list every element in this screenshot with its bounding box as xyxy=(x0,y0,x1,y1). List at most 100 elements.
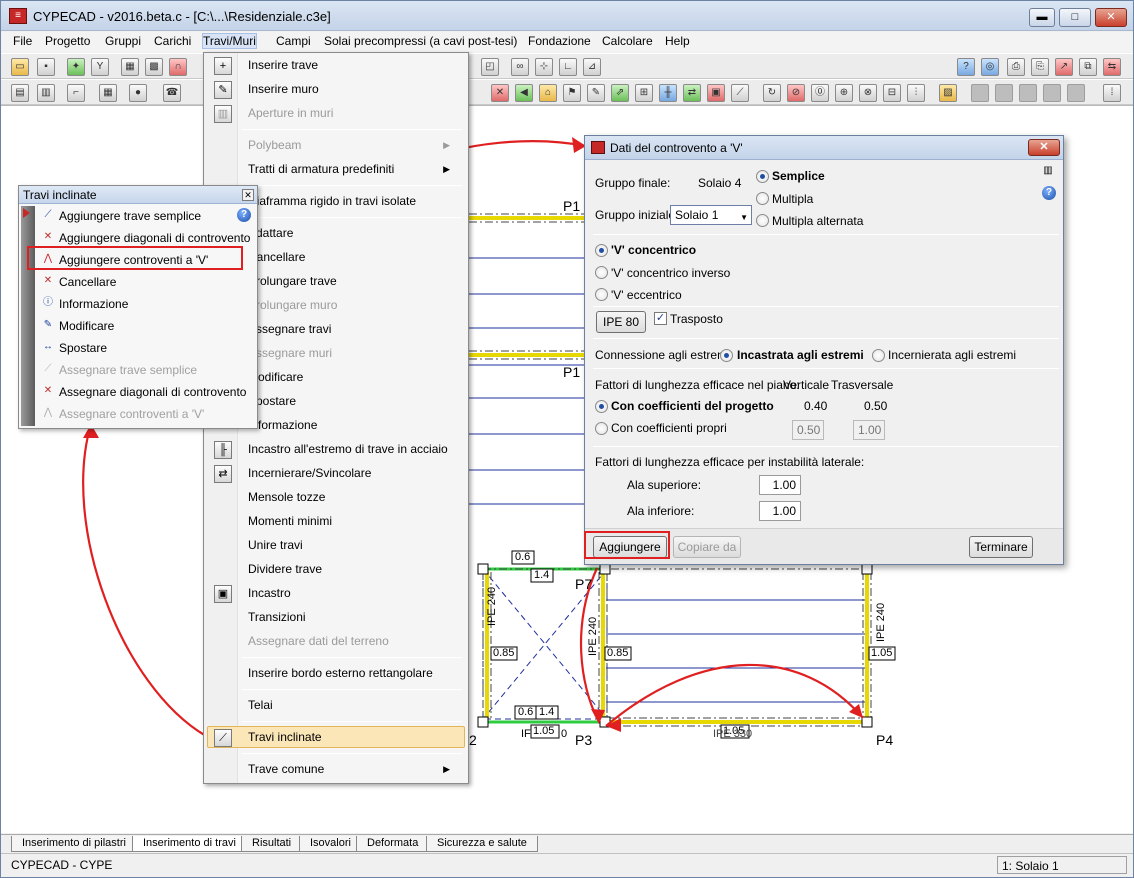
palette-item-assegnare-controventi-v[interactable]: Assegnare controventi a 'V' xyxy=(59,407,204,421)
menu-item-incastro[interactable]: Incastro xyxy=(248,582,458,604)
radio-v-eccentrico[interactable] xyxy=(595,288,608,301)
slab-icon[interactable]: ⊟ xyxy=(883,84,901,102)
palette-item-assegnare-diagonali[interactable]: Assegnare diagonali di controvento xyxy=(59,385,246,399)
edit-icon[interactable]: ✎ xyxy=(587,84,605,102)
plan-edit-icon[interactable]: ▥ xyxy=(37,84,55,102)
menu-item-incernierare[interactable]: Incernierare/Svincolare xyxy=(248,462,458,484)
number-icon[interactable]: ⓪ xyxy=(811,84,829,102)
view-icon[interactable]: ▦ xyxy=(121,58,139,76)
no-icon[interactable]: ⊘ xyxy=(787,84,805,102)
menu-item-prolungare-muro[interactable]: Prolungare muro xyxy=(248,294,458,316)
menu-item-transizioni[interactable]: Transizioni xyxy=(248,606,458,628)
print-icon[interactable]: ⎙ xyxy=(1007,58,1025,76)
radio-coeff-progetto[interactable] xyxy=(595,400,608,413)
palette-item-aggiungere-trave[interactable]: Aggiungere trave semplice xyxy=(59,209,201,223)
menu-item-assegnare-travi[interactable]: Assegnare travi xyxy=(248,318,458,340)
menu-item-informazione[interactable]: Informazione xyxy=(248,414,458,436)
menu-item-dati-terreno[interactable]: Assegnare dati del terreno xyxy=(248,630,458,652)
radio-multipla-alternata[interactable] xyxy=(756,214,769,227)
phone-icon[interactable]: ☎ xyxy=(163,84,181,102)
wizard-icon[interactable]: ✦ xyxy=(67,58,85,76)
radio-multipla[interactable] xyxy=(756,192,769,205)
snap-icon[interactable]: ⊹ xyxy=(535,58,553,76)
radio-v-concentrico-inverso[interactable] xyxy=(595,266,608,279)
dialog-title-bar[interactable]: Dati del controvento a 'V' ✕ xyxy=(585,136,1063,160)
menu-item-bordo-esterno[interactable]: Inserire bordo esterno rettangolare xyxy=(248,662,458,684)
palette-item-modificare[interactable]: Modificare xyxy=(59,319,114,333)
radio-incastrata[interactable] xyxy=(720,349,733,362)
help-icon[interactable]: ? xyxy=(237,208,251,222)
menu-solai-precompressi[interactable]: Solai precompressi (a cavi post-tesi) xyxy=(324,34,517,48)
measure-icon[interactable]: ⊿ xyxy=(583,58,601,76)
copy-icon[interactable]: ⧉ xyxy=(1079,58,1097,76)
spring-icon[interactable]: ⫶ xyxy=(907,84,925,102)
flag-icon[interactable]: ⚑ xyxy=(563,84,581,102)
open-icon[interactable]: ▭ xyxy=(11,58,29,76)
help-icon[interactable]: ? xyxy=(957,58,975,76)
grid-icon[interactable]: ▩ xyxy=(145,58,163,76)
globe-icon[interactable]: ◎ xyxy=(981,58,999,76)
ala-superiore-field[interactable]: 1.00 xyxy=(759,475,801,495)
inclined-beam-icon[interactable]: ⟋ xyxy=(731,84,749,102)
align-icon[interactable]: ⊞ xyxy=(635,84,653,102)
palette-item-informazione[interactable]: Informazione xyxy=(59,297,128,311)
menu-item-cancellare[interactable]: Cancellare xyxy=(248,246,458,268)
printer-setup-icon[interactable]: ⎘ xyxy=(1031,58,1049,76)
save-icon[interactable]: ▪ xyxy=(37,58,55,76)
ala-inferiore-field[interactable]: 1.00 xyxy=(759,501,801,521)
beam-join-icon[interactable]: ╫ xyxy=(659,84,677,102)
target-icon[interactable]: ⊕ xyxy=(835,84,853,102)
dots-grid-icon[interactable]: ⁞ xyxy=(1103,84,1121,102)
gruppo-iniziale-select[interactable]: Solaio 1 ▼ xyxy=(670,205,752,225)
tab-inserimento-pilastri[interactable]: Inserimento di pilastri xyxy=(11,836,137,852)
radio-coeff-propri[interactable] xyxy=(595,422,608,435)
menu-help[interactable]: Help xyxy=(665,34,690,48)
cross-icon[interactable]: ⊗ xyxy=(859,84,877,102)
magnet-icon[interactable]: ∩ xyxy=(169,58,187,76)
window-icon[interactable]: ◰ xyxy=(481,58,499,76)
palette-item-cancellare[interactable]: Cancellare xyxy=(59,275,116,289)
menu-item-tratti-armatura[interactable]: Tratti di armatura predefiniti ▶ xyxy=(248,158,458,180)
disabled-tool-5-icon[interactable] xyxy=(1067,84,1085,102)
disabled-tool-2-icon[interactable] xyxy=(995,84,1013,102)
disabled-tool-4-icon[interactable] xyxy=(1043,84,1061,102)
disabled-tool-1-icon[interactable] xyxy=(971,84,989,102)
palette-item-aggiungere-diagonali[interactable]: Aggiungere diagonali di controvento xyxy=(59,231,250,245)
dialog-close-button[interactable]: ✕ xyxy=(1028,139,1060,156)
menu-item-inserire-muro[interactable]: Inserire muro xyxy=(248,78,458,100)
radio-semplice[interactable] xyxy=(756,170,769,183)
menu-item-momenti-minimi[interactable]: Momenti minimi xyxy=(248,510,458,532)
tab-sicurezza-salute[interactable]: Sicurezza e salute xyxy=(426,836,538,852)
coeff-propri-trasversale-field[interactable]: 1.00 xyxy=(853,420,885,440)
menu-campi[interactable]: Campi xyxy=(276,34,311,48)
menu-item-inserire-trave[interactable]: Inserire trave xyxy=(248,54,458,76)
menu-item-assegnare-muri[interactable]: Assegnare muri xyxy=(248,342,458,364)
hinge-icon[interactable]: ⇄ xyxy=(683,84,701,102)
menu-item-spostare[interactable]: Spostare xyxy=(248,390,458,412)
palette-close-icon[interactable]: ✕ xyxy=(242,189,254,201)
profile-button[interactable]: IPE 80 xyxy=(596,311,646,333)
radio-v-concentrico[interactable] xyxy=(595,244,608,257)
redo-icon[interactable]: ⇆ xyxy=(1103,58,1121,76)
menu-file[interactable]: File xyxy=(13,34,32,48)
menu-gruppi[interactable]: Gruppi xyxy=(105,34,141,48)
move-icon[interactable]: ⇗ xyxy=(611,84,629,102)
menu-item-adattare[interactable]: Adattare xyxy=(248,222,458,244)
plan-icon[interactable]: ▤ xyxy=(11,84,29,102)
maximize-button[interactable]: □ xyxy=(1059,8,1091,27)
menu-item-telai[interactable]: Telai xyxy=(248,694,458,716)
menu-carichi[interactable]: Carichi xyxy=(154,34,191,48)
delete-beam-icon[interactable]: ✕ xyxy=(491,84,509,102)
house-icon[interactable]: ⌂ xyxy=(539,84,557,102)
menu-item-dividere-trave[interactable]: Dividere trave xyxy=(248,558,458,580)
menu-item-diaframma[interactable]: Diaframma rigido in travi isolate xyxy=(248,190,458,212)
menu-progetto[interactable]: Progetto xyxy=(45,34,90,48)
tab-isovalori[interactable]: Isovalori xyxy=(299,836,362,852)
palette-item-spostare[interactable]: Spostare xyxy=(59,341,107,355)
binoculars-icon[interactable]: ∞ xyxy=(511,58,529,76)
tab-inserimento-travi[interactable]: Inserimento di travi xyxy=(132,836,247,852)
coeff-propri-verticale-field[interactable]: 0.50 xyxy=(792,420,824,440)
menu-item-incastro-estremo[interactable]: Incastro all'estremo di trave in acciaio xyxy=(248,438,458,460)
arrow-left-icon[interactable]: ◀ xyxy=(515,84,533,102)
menu-item-aperture-muri[interactable]: Aperture in muri xyxy=(248,102,458,124)
